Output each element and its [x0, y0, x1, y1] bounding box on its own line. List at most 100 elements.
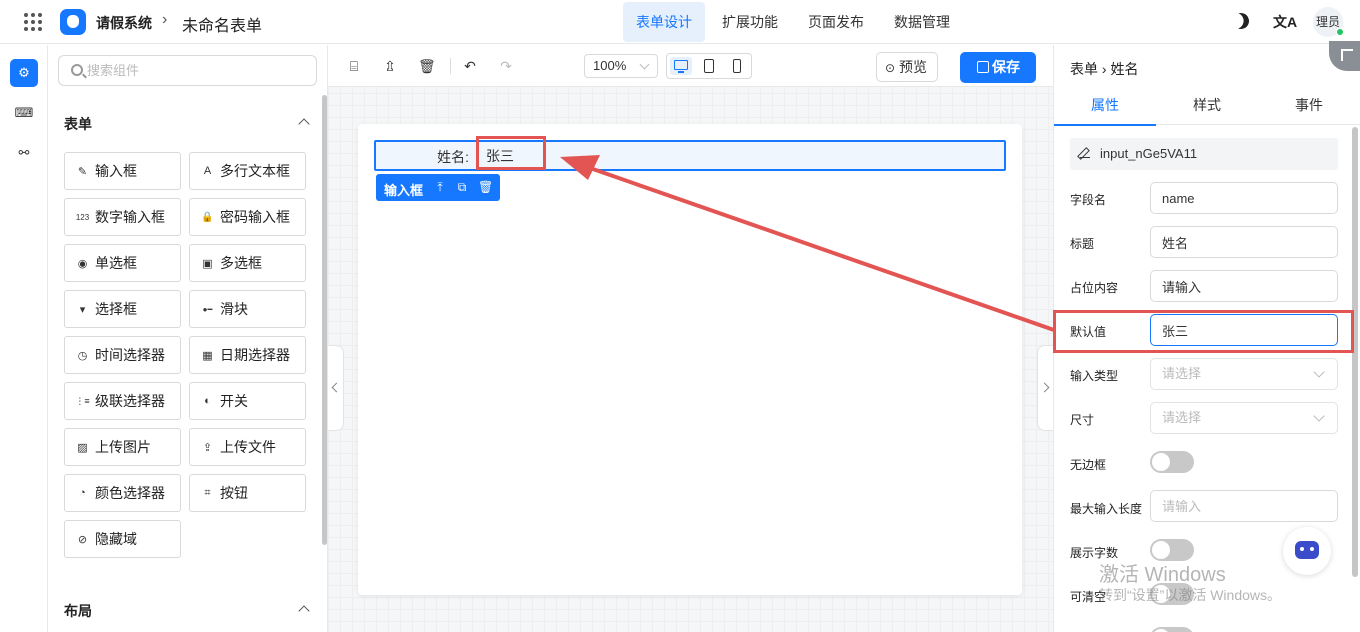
component-id[interactable]: input_nGe5VA11	[1070, 138, 1338, 170]
placeholder-input[interactable]	[1150, 270, 1338, 302]
component-switch[interactable]: ◐ 开关	[189, 382, 306, 420]
component-input[interactable]: ✎ 输入框	[64, 152, 181, 190]
activation-watermark-title: 激活 Windows	[1099, 564, 1226, 586]
size-label: 尺寸	[1070, 413, 1095, 427]
import-icon[interactable]: ⇫	[382, 58, 398, 74]
phone-icon	[733, 59, 741, 73]
properties-breadcrumb: 表单 › 姓名	[1070, 61, 1139, 77]
component-grid: ✎ 输入框 A 多行文本框 123 数字输入框 🔒 密码输入框 ◉ 单选框 ▣ 多选框 ▾ 选…	[64, 152, 307, 558]
component-panel-scrollbar[interactable]	[322, 95, 327, 545]
trash-icon[interactable]: 🗑	[418, 58, 436, 74]
tab-style[interactable]: 样式	[1156, 89, 1258, 124]
code-view-icon[interactable]: ⌸	[346, 58, 362, 74]
components-icon[interactable]: ⚙	[10, 59, 38, 87]
nav-extensions[interactable]: 扩展功能	[709, 2, 791, 42]
device-switcher	[666, 53, 752, 79]
assistant-bot-icon[interactable]	[1283, 527, 1331, 575]
dark-mode-icon[interactable]	[1231, 11, 1252, 32]
desktop-view-button[interactable]	[670, 57, 692, 75]
nav-publish[interactable]: 页面发布	[795, 2, 877, 42]
field-input[interactable]	[478, 143, 1004, 168]
upload-icon: ⇪	[202, 441, 213, 454]
maxlength-input[interactable]	[1150, 490, 1338, 522]
section-title-layout: 布局	[64, 603, 92, 619]
tablet-icon	[704, 59, 714, 73]
form-canvas-card: 姓名: 输入框 ⤒ ⧉ 🗑	[358, 124, 1022, 595]
phone-view-button[interactable]	[726, 57, 748, 75]
component-slider[interactable]: ●━ 滑块	[189, 290, 306, 328]
component-color-picker[interactable]: ◔ 颜色选择器	[64, 474, 181, 512]
redo-icon[interactable]: ↷	[498, 58, 514, 74]
collapse-right-handle[interactable]	[1037, 345, 1053, 431]
component-checkbox[interactable]: ▣ 多选框	[189, 244, 306, 282]
selected-component-type: 输入框	[384, 183, 424, 198]
field-name-input[interactable]	[1150, 182, 1338, 214]
lock-icon: 🔒	[201, 211, 214, 223]
preview-button[interactable]: ⊙ 预览	[876, 52, 938, 82]
main-nav: 表单设计 扩展功能 页面发布 数据管理	[623, 2, 967, 42]
component-number-input[interactable]: 123 数字输入框	[64, 198, 181, 236]
image-icon: ▨	[77, 441, 88, 454]
radio-icon: ◉	[77, 257, 88, 270]
component-password-input[interactable]: 🔒 密码输入框	[189, 198, 306, 236]
component-upload-file[interactable]: ⇪ 上传文件	[189, 428, 306, 466]
form-name[interactable]: 未命名表单	[182, 12, 262, 36]
component-panel: 表单 ✎输入框 A多行文本框 123数字输入框 🔒密码输入框 ◉单选框 ▣多选框…	[48, 45, 328, 632]
code-icon[interactable]: ⌨	[10, 99, 38, 127]
tab-events[interactable]: 事件	[1258, 89, 1360, 124]
section-title-form: 表单	[64, 116, 92, 132]
tab-attributes[interactable]: 属性	[1054, 89, 1156, 126]
component-cascader[interactable]: ⋮≡ 级联选择器	[64, 382, 181, 420]
component-upload-image[interactable]: ▨ 上传图片	[64, 428, 181, 466]
number-icon: 123	[75, 212, 90, 222]
move-top-icon[interactable]: ⤒	[434, 180, 446, 194]
desktop-icon	[674, 60, 688, 73]
borderless-toggle[interactable]	[1150, 451, 1194, 473]
component-select[interactable]: ▾ 选择框	[64, 290, 181, 328]
translate-icon[interactable]: 文A	[1273, 12, 1297, 32]
size-select[interactable]: 请选择	[1150, 402, 1338, 434]
component-button[interactable]: ⌗ 按钮	[189, 474, 306, 512]
app-grid-icon[interactable]	[24, 13, 42, 31]
cascader-icon: ⋮≡	[75, 395, 90, 406]
annotation-highlight-default-value	[1053, 310, 1354, 353]
undo-icon[interactable]: ↶	[462, 58, 478, 74]
tablet-view-button[interactable]	[698, 57, 720, 75]
breadcrumb-separator: ›	[162, 11, 168, 28]
button-icon: ⌗	[204, 486, 211, 499]
component-time-picker[interactable]: ◷ 时间选择器	[64, 336, 181, 374]
canvas-toolbar: ⌸ ⇫ 🗑 ↶ ↷ 100% ⊙ 预览 保存	[328, 45, 1053, 87]
nav-data-management[interactable]: 数据管理	[881, 2, 963, 42]
calendar-icon: ▦	[202, 349, 213, 362]
collapse-left-handle[interactable]	[328, 345, 344, 431]
tree-icon[interactable]: ⚯	[10, 139, 38, 167]
search-box	[58, 55, 317, 86]
collapse-layout-icon[interactable]	[298, 605, 310, 617]
top-bar: 请假系统 › 未命名表单 表单设计 扩展功能 页面发布 数据管理 文A 理员	[0, 0, 1360, 44]
search-input[interactable]	[87, 60, 307, 81]
save-button[interactable]: 保存	[960, 52, 1036, 83]
select-icon: ▾	[79, 303, 86, 316]
annotation-highlight-field	[476, 136, 546, 170]
design-canvas: ⌸ ⇫ 🗑 ↶ ↷ 100% ⊙ 预览 保存 姓名: 输入框 ⤒ ⧉ 🗑	[328, 45, 1053, 632]
component-textarea[interactable]: A 多行文本框	[189, 152, 306, 190]
edit-icon	[1080, 148, 1090, 158]
nav-form-design[interactable]: 表单设计	[623, 2, 705, 42]
input-type-label: 输入类型	[1070, 369, 1119, 383]
title-label: 标题	[1070, 237, 1095, 251]
title-input[interactable]	[1150, 226, 1338, 258]
delete-icon[interactable]: 🗑	[478, 180, 493, 194]
component-date-picker[interactable]: ▦ 日期选择器	[189, 336, 306, 374]
search-icon	[71, 64, 83, 76]
input-type-select[interactable]: 请选择	[1150, 358, 1338, 390]
component-radio[interactable]: ◉ 单选框	[64, 244, 181, 282]
next-option-toggle[interactable]	[1150, 627, 1194, 632]
zoom-select[interactable]: 100%	[584, 54, 658, 78]
selected-field-row[interactable]: 姓名:	[374, 140, 1006, 171]
fullscreen-corner-icon[interactable]	[1329, 41, 1360, 71]
copy-icon[interactable]: ⧉	[456, 180, 468, 194]
collapse-form-icon[interactable]	[298, 118, 310, 130]
palette-icon: ◔	[79, 487, 86, 499]
component-hidden-field[interactable]: ⊘ 隐藏域	[64, 520, 181, 558]
activation-watermark-hint: 转到“设置”以激活 Windows。	[1099, 587, 1282, 603]
